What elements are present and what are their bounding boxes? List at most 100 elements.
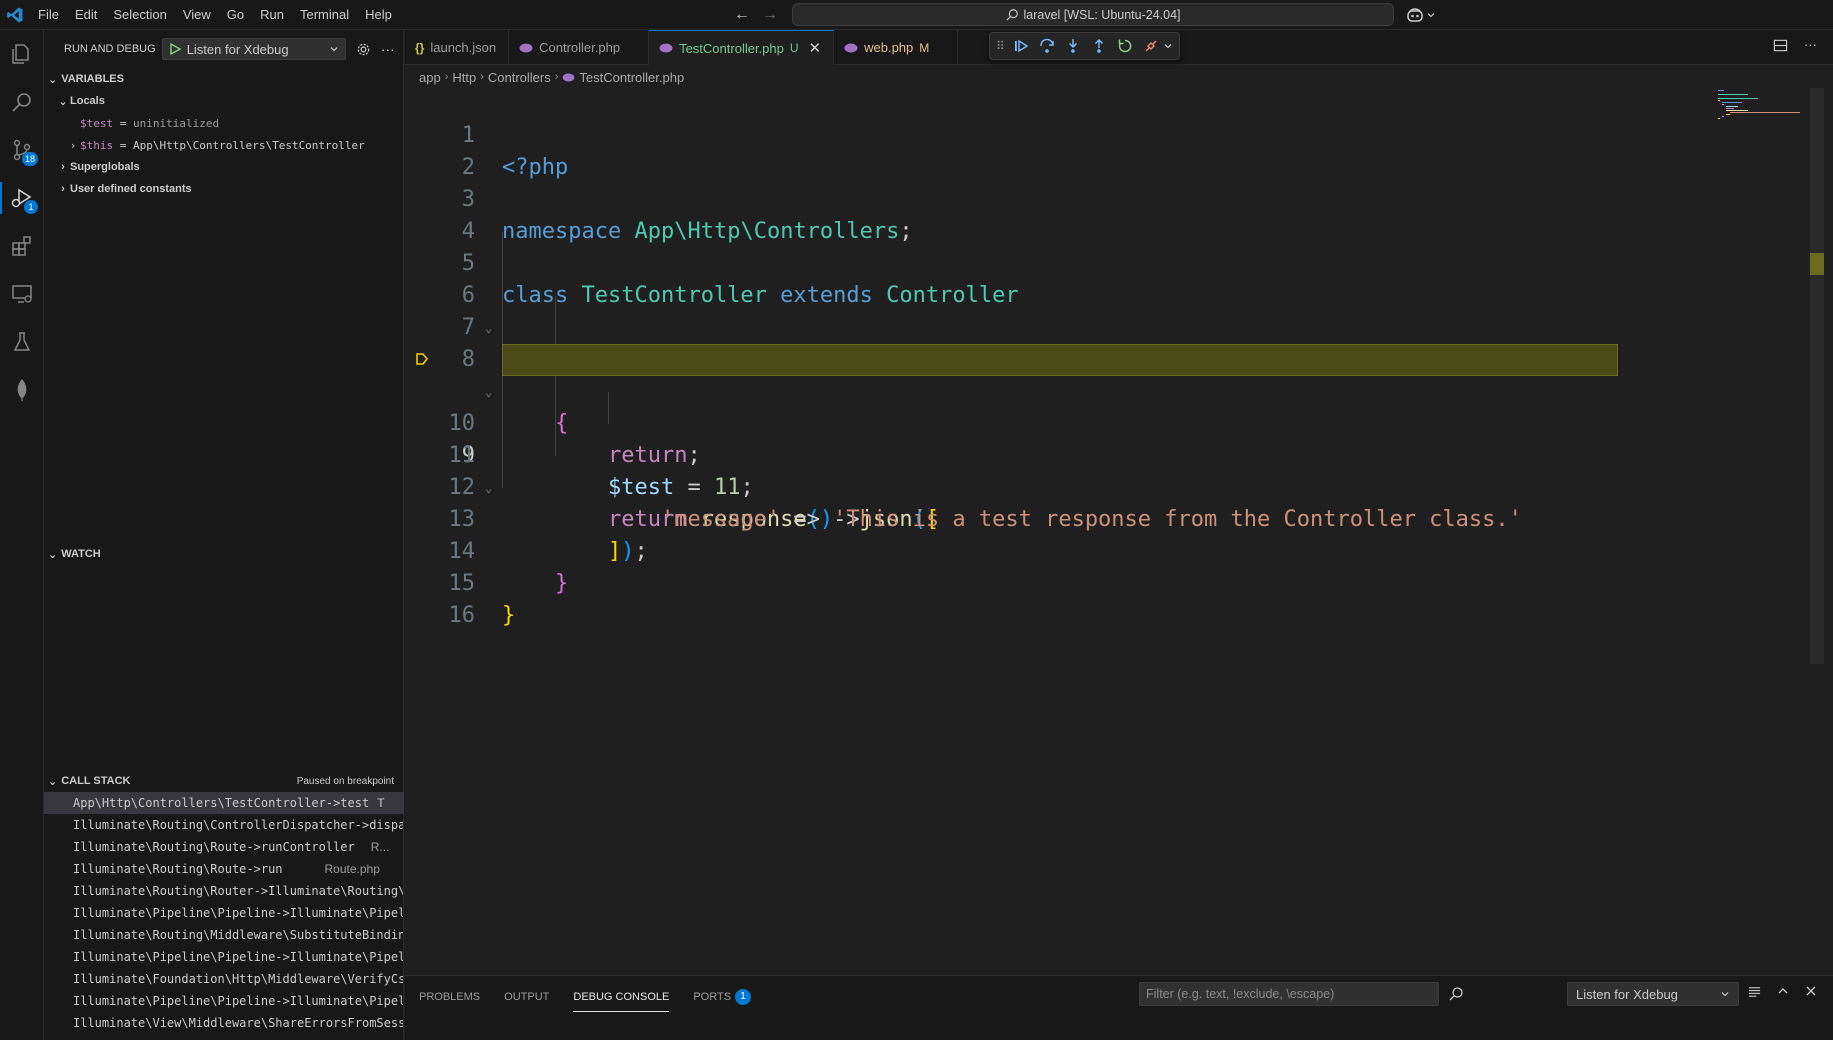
stack-frame[interactable]: Illuminate\Routing\Router->Illuminate\Ro…	[44, 880, 404, 902]
mongodb-leaf-icon[interactable]	[0, 366, 44, 414]
ports-label: PORTS	[693, 991, 732, 1003]
menu-help[interactable]: Help	[357, 0, 400, 30]
stack-frame[interactable]: Illuminate\Pipeline\Pipeline->Illuminate…	[44, 990, 404, 1012]
debug-current-line-highlight	[502, 344, 1618, 376]
chevron-down-icon[interactable]	[1163, 41, 1173, 51]
php-file-icon	[563, 72, 575, 82]
search-activity-icon[interactable]	[0, 78, 44, 126]
code-line: 10 return;	[405, 376, 1805, 468]
tab-launch-json[interactable]: {} launch.json	[405, 30, 510, 65]
testing-icon[interactable]	[0, 318, 44, 366]
gear-icon[interactable]	[356, 42, 371, 57]
chevron-right-icon: ›	[61, 161, 65, 173]
split-editor-icon[interactable]	[1773, 38, 1788, 53]
chevron-right-icon: ›	[480, 71, 484, 83]
locals-scope[interactable]: ⌄ Locals	[44, 90, 403, 112]
source-control-icon[interactable]: 18	[0, 126, 44, 174]
activity-bar: 18 1	[0, 30, 44, 1040]
code-token: }	[502, 603, 516, 628]
editor-scrollbar[interactable]	[1810, 88, 1824, 664]
step-out-icon[interactable]	[1091, 38, 1107, 54]
copilot-button[interactable]	[1406, 4, 1436, 26]
watch-section-header[interactable]: ⌄ WATCH	[44, 543, 404, 565]
variables-section-header[interactable]: ⌄ VARIABLES	[44, 68, 403, 90]
watch-section: ⌄ WATCH	[44, 543, 404, 565]
search-icon[interactable]	[1448, 986, 1464, 1002]
breadcrumb-item[interactable]: TestController.php	[579, 70, 684, 85]
superglobals-label: Superglobals	[70, 161, 140, 173]
superglobals-scope[interactable]: › Superglobals	[44, 156, 403, 178]
step-over-icon[interactable]	[1039, 38, 1055, 54]
step-into-icon[interactable]	[1065, 38, 1081, 54]
forward-arrow-icon[interactable]: →	[762, 6, 778, 24]
user-constants-scope[interactable]: › User defined constants	[44, 178, 403, 200]
menu-edit[interactable]: Edit	[67, 0, 105, 30]
tab-ports[interactable]: PORTS 1	[693, 988, 752, 1012]
sidebar-title: RUN AND DEBUG	[64, 43, 156, 55]
stack-frame[interactable]: Illuminate\View\Middleware\ShareErrorsFr…	[44, 1012, 404, 1034]
stack-frame[interactable]: App\Http\Controllers\TestController->tes…	[44, 792, 404, 814]
command-center[interactable]: laravel [WSL: Ubuntu-24.04]	[792, 3, 1394, 26]
ports-badge: 1	[735, 989, 752, 1005]
remote-explorer-icon[interactable]	[0, 270, 44, 318]
menu-go[interactable]: Go	[219, 0, 252, 30]
more-actions-icon[interactable]: ···	[1804, 38, 1817, 53]
tab-debug-console[interactable]: DEBUG CONSOLE	[573, 988, 670, 1012]
tab-controller-php[interactable]: Controller.php	[509, 30, 650, 65]
variable-row[interactable]: › $this = App\Http\Controllers\TestContr…	[44, 134, 403, 156]
stack-frame[interactable]: Illuminate\Routing\Middleware\Substitute…	[44, 924, 404, 946]
stack-frame[interactable]: Illuminate\Pipeline\Pipeline->Illuminate…	[44, 902, 404, 924]
back-arrow-icon[interactable]: ←	[734, 6, 750, 24]
code-line: 11 ⌄ return response()->json([	[405, 408, 1805, 532]
stack-frame[interactable]: Illuminate\Routing\Route->runController R…	[44, 836, 404, 858]
navigation-arrows: ← →	[734, 0, 778, 30]
restart-icon[interactable]	[1117, 38, 1133, 54]
disconnect-icon[interactable]	[1143, 38, 1159, 54]
chevron-up-icon[interactable]	[1776, 984, 1790, 998]
callstack-section-header[interactable]: ⌄ CALL STACK Paused on breakpoint	[44, 770, 404, 792]
menu-selection[interactable]: Selection	[105, 0, 174, 30]
variable-row[interactable]: $test = uninitialized	[44, 112, 403, 134]
close-icon[interactable]	[1804, 984, 1818, 998]
tab-testcontroller-php[interactable]: TestController.php U ✕	[649, 30, 835, 65]
clear-console-icon[interactable]	[1747, 984, 1762, 999]
chevron-right-icon: ›	[444, 71, 449, 83]
chevron-right-icon: ›	[61, 183, 65, 195]
start-debugging-icon[interactable]	[169, 43, 181, 55]
json-file-icon: {}	[415, 40, 425, 55]
debug-session-label: Listen for Xdebug	[1576, 986, 1678, 1002]
explorer-icon[interactable]	[0, 30, 44, 78]
panel-tabs: PROBLEMS OUTPUT DEBUG CONSOLE PORTS 1	[419, 988, 752, 1012]
debug-session-dropdown[interactable]: Listen for Xdebug	[1567, 982, 1739, 1006]
breadcrumb-item[interactable]: app	[419, 70, 441, 85]
debug-stackframe-arrow-icon	[416, 353, 428, 365]
minimap[interactable]	[1716, 88, 1806, 128]
stack-frame[interactable]: Illuminate\Foundation\Http\Middleware\Ve…	[44, 968, 404, 990]
menu-terminal[interactable]: Terminal	[292, 0, 357, 30]
code-editor[interactable]: 1 <?php 2 3 namespace App\Http\Controlle…	[405, 88, 1805, 968]
stack-frame[interactable]: Illuminate\Pipeline\Pipeline->Illuminate…	[44, 946, 404, 968]
tab-problems[interactable]: PROBLEMS	[419, 988, 480, 1012]
drag-handle-icon[interactable]: ⠿	[996, 39, 1005, 53]
user-constants-label: User defined constants	[70, 183, 192, 195]
run-debug-icon[interactable]: 1	[0, 174, 44, 222]
stack-frame[interactable]: Illuminate\Routing\Route->run Route.php	[44, 858, 404, 880]
tab-web-php[interactable]: web.php M	[834, 30, 959, 65]
breadcrumb-item[interactable]: Http	[452, 70, 476, 85]
extensions-icon[interactable]	[0, 222, 44, 270]
debug-console-filter-input[interactable]	[1139, 982, 1439, 1006]
more-actions-icon[interactable]: ···	[381, 41, 395, 57]
menu-view[interactable]: View	[175, 0, 219, 30]
copilot-icon	[1407, 8, 1423, 22]
menu-file[interactable]: File	[30, 0, 67, 30]
chevron-down-icon: ⌄	[58, 95, 68, 108]
php-file-icon	[519, 43, 533, 52]
close-icon[interactable]: ✕	[809, 39, 822, 57]
tab-output[interactable]: OUTPUT	[504, 988, 549, 1012]
breadcrumb-item[interactable]: Controllers	[488, 70, 551, 85]
stack-frame[interactable]: Illuminate\Routing\ControllerDispatcher-…	[44, 814, 404, 836]
debug-config-dropdown[interactable]: Listen for Xdebug	[161, 38, 346, 60]
variable-value: App\Http\Controllers\TestController	[133, 138, 365, 152]
continue-icon[interactable]	[1013, 38, 1029, 54]
menu-run[interactable]: Run	[252, 0, 292, 30]
